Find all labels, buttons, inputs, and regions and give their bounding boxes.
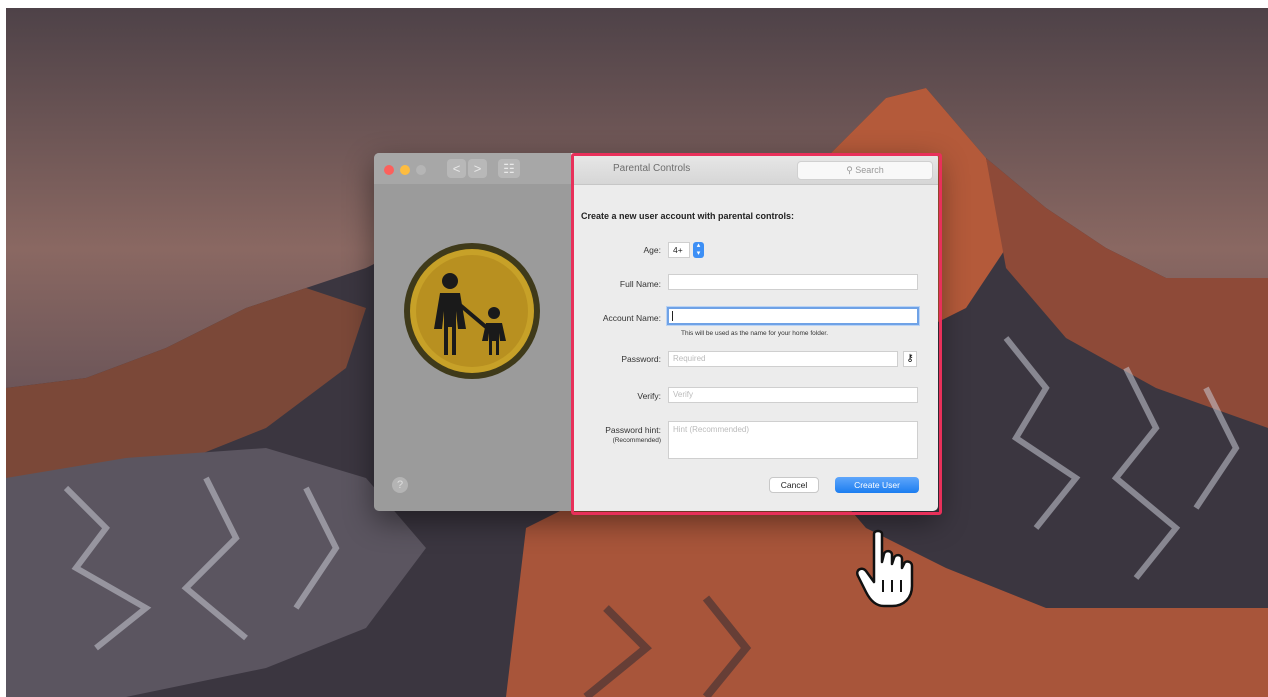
verify-input[interactable]: Verify xyxy=(668,387,918,403)
password-input[interactable]: Required xyxy=(668,351,898,367)
account-name-input[interactable] xyxy=(667,307,919,325)
search-field[interactable]: ⚲ Search xyxy=(797,161,933,180)
password-hint-label: Password hint: xyxy=(605,425,661,435)
show-all-button[interactable]: ☷ xyxy=(498,159,520,178)
full-name-input[interactable] xyxy=(668,274,918,290)
parental-controls-window: < > ☷ ? Parental Controls ⚲ Search Creat… xyxy=(374,153,938,511)
parental-controls-icon xyxy=(404,243,540,379)
back-button[interactable]: < xyxy=(447,159,466,178)
search-placeholder: Search xyxy=(855,165,884,175)
form-heading: Create a new user account with parental … xyxy=(581,211,795,221)
create-user-button[interactable]: Create User xyxy=(835,477,919,493)
zoom-button[interactable] xyxy=(416,165,426,175)
close-button[interactable] xyxy=(384,165,394,175)
titlebar-right: Parental Controls ⚲ Search xyxy=(571,153,938,185)
age-label: Age: xyxy=(643,245,662,255)
forward-button[interactable]: > xyxy=(468,159,487,178)
form-pane: Parental Controls ⚲ Search Create a new … xyxy=(571,153,938,511)
text-caret xyxy=(672,311,673,321)
verify-label: Verify: xyxy=(637,391,661,401)
window-title: Parental Controls xyxy=(613,163,691,174)
search-icon: ⚲ xyxy=(846,165,856,175)
cancel-button[interactable]: Cancel xyxy=(769,477,819,493)
full-name-label: Full Name: xyxy=(619,279,661,289)
help-button[interactable]: ? xyxy=(392,477,408,493)
age-select[interactable]: 4+ xyxy=(668,242,690,258)
hand-pointer-cursor-icon xyxy=(856,529,914,608)
account-name-label: Account Name: xyxy=(602,313,661,323)
password-hint-input[interactable]: Hint (Recommended) xyxy=(668,421,918,459)
age-stepper-icon[interactable]: ▴ ▾ xyxy=(693,242,704,258)
minimize-button[interactable] xyxy=(400,165,410,175)
titlebar-left: < > ☷ xyxy=(374,153,571,184)
password-label: Password: xyxy=(621,354,661,364)
sidebar-pane: < > ☷ ? xyxy=(374,153,571,511)
password-assistant-key-icon[interactable]: ⚷ xyxy=(903,351,917,367)
account-name-hint: This will be used as the name for your h… xyxy=(681,330,829,337)
password-hint-sublabel: (Recommended) xyxy=(612,437,661,444)
